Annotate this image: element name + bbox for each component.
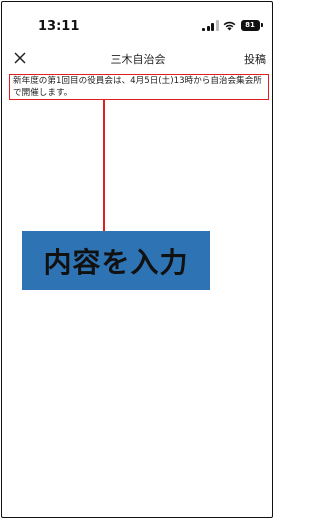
wifi-icon	[223, 21, 235, 30]
post-content-text[interactable]: 新年度の第1回目の役員会は、4月5日(土)13時から自治会集会所で開催します。	[10, 75, 266, 99]
status-icons: 81	[202, 18, 263, 32]
page-title: 三木自治会	[110, 53, 166, 66]
post-button[interactable]: 投稿	[244, 51, 266, 67]
status-time: 13:11	[38, 19, 80, 34]
annotation-callout-text: 内容を入力	[43, 245, 189, 279]
status-bar: 13:11 81	[0, 0, 276, 44]
battery-icon: 81	[240, 19, 263, 31]
annotation-connector-line	[103, 99, 105, 232]
annotation-callout: 内容を入力	[22, 231, 210, 290]
signal-icon	[202, 19, 219, 31]
post-content-input[interactable]: 新年度の第1回目の役員会は、4月5日(土)13時から自治会集会所で開催します。	[9, 74, 269, 100]
nav-bar: 三木自治会 投稿	[0, 46, 276, 72]
